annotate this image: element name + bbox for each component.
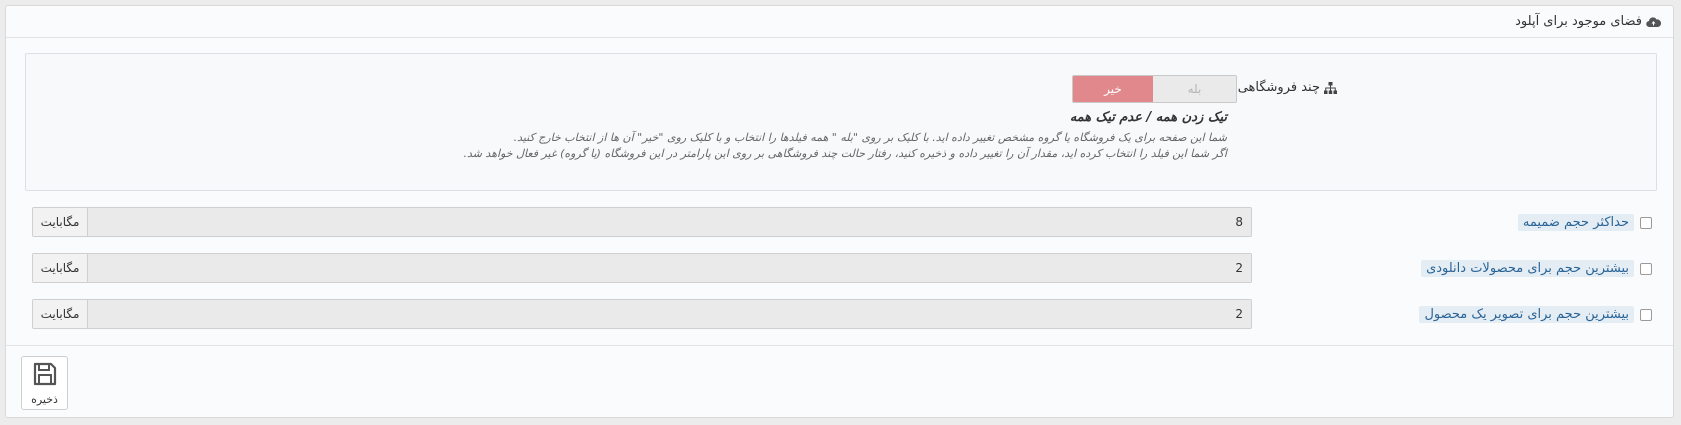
- image-size-input-group: مگابایت 2: [32, 299, 1252, 329]
- download-size-input[interactable]: 2: [88, 254, 1251, 282]
- download-size-label: بیشترین حجم برای محصولات دانلودی: [1421, 260, 1652, 277]
- field-row-image-size: مگابایت 2 بیشترین حجم برای تصویر یک محصو…: [32, 299, 1652, 331]
- attachment-size-input[interactable]: 8: [88, 208, 1251, 236]
- select-all-link[interactable]: تیک زدن همه / عدم تیک همه: [1070, 110, 1227, 125]
- save-icon: [32, 361, 58, 390]
- unit-addon: مگابایت: [33, 208, 88, 236]
- panel-title: فضای موجود برای آپلود: [1515, 14, 1642, 29]
- multistore-label-text: چند فروشگاهی: [1237, 80, 1320, 95]
- image-size-input[interactable]: 2: [88, 300, 1251, 328]
- field-label: بیشترین حجم برای تصویر یک محصول: [1419, 306, 1634, 323]
- save-button-label: ذخیره: [31, 392, 58, 406]
- attachment-size-label: حداکثر حجم ضمیمه: [1517, 214, 1652, 231]
- field-label: بیشترین حجم برای محصولات دانلودی: [1421, 260, 1634, 277]
- help-line-2: اگر شما این فیلد را انتخاب کرده اید، مقد…: [463, 147, 1227, 160]
- attachment-size-input-group: مگابایت 8: [32, 207, 1252, 237]
- multistore-box: [25, 53, 1657, 191]
- upload-space-panel: فضای موجود برای آپلود چند فروشگاهی خیر ب…: [5, 5, 1674, 418]
- unit-addon: مگابایت: [33, 254, 88, 282]
- sitemap-icon: [1324, 81, 1337, 94]
- image-size-label: بیشترین حجم برای تصویر یک محصول: [1419, 306, 1652, 323]
- toggle-yes-option[interactable]: بله: [1153, 76, 1236, 102]
- save-button[interactable]: ذخیره: [21, 356, 68, 410]
- multistore-help: شما این صفحه برای یک فروشگاه یا گروه مشخ…: [463, 130, 1227, 162]
- multistore-checkbox[interactable]: [1640, 262, 1652, 275]
- toggle-no-option[interactable]: خیر: [1073, 76, 1153, 102]
- panel-footer-divider: [6, 345, 1673, 346]
- download-size-input-group: مگابایت 2: [32, 253, 1252, 283]
- cloud-upload-icon: [1646, 16, 1662, 28]
- field-row-attachment-size: مگابایت 8 حداکثر حجم ضمیمه: [32, 207, 1652, 239]
- field-row-download-size: مگابایت 2 بیشترین حجم برای محصولات دانلو…: [32, 253, 1652, 285]
- multistore-checkbox[interactable]: [1640, 308, 1652, 321]
- field-label: حداکثر حجم ضمیمه: [1517, 214, 1634, 231]
- help-line-1: شما این صفحه برای یک فروشگاه یا گروه مشخ…: [513, 131, 1227, 144]
- panel-heading: فضای موجود برای آپلود: [6, 6, 1673, 38]
- multistore-checkbox[interactable]: [1640, 216, 1652, 229]
- unit-addon: مگابایت: [33, 300, 88, 328]
- multistore-toggle[interactable]: خیر بله: [1072, 75, 1237, 103]
- multistore-label: چند فروشگاهی: [1238, 80, 1337, 95]
